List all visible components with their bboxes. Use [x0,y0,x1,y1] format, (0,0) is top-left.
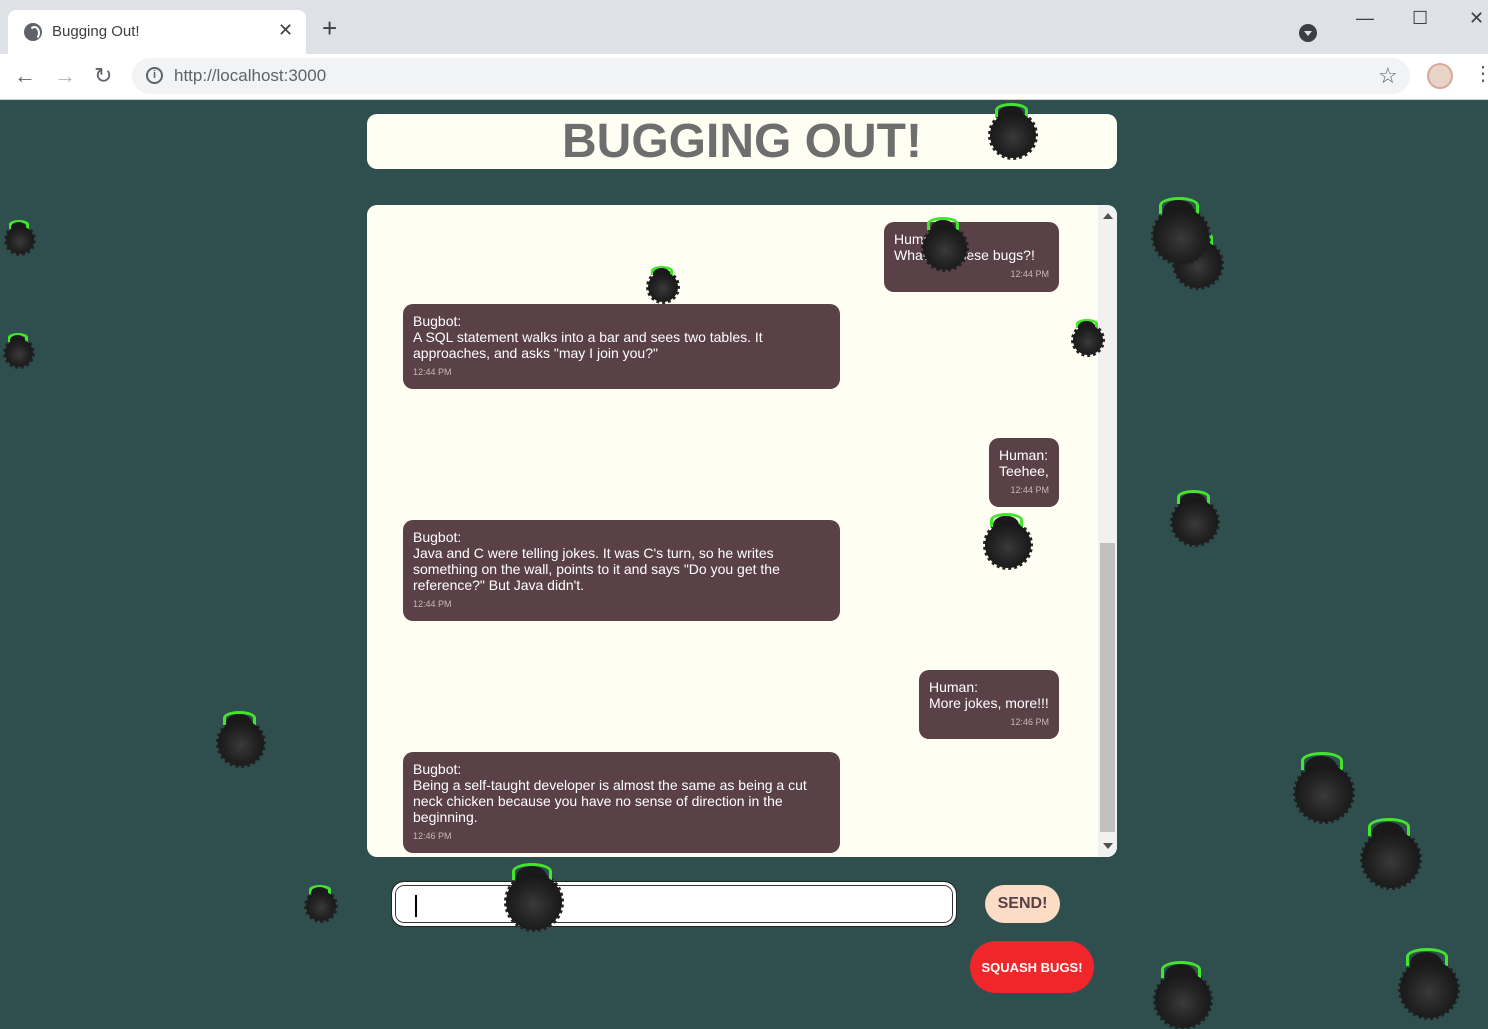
message-time: 12:46 PM [1010,717,1049,727]
window-close-icon[interactable]: ✕ [1469,8,1484,29]
message-time: 12:44 PM [413,599,452,609]
message-time: 12:44 PM [413,367,452,377]
menu-icon[interactable]: ⋮ [1473,64,1488,84]
globe-icon [24,23,42,41]
forward-icon[interactable]: → [54,63,76,89]
scroll-down-icon[interactable] [1103,843,1113,849]
bug-icon[interactable] [3,333,35,369]
message-time: 12:46 PM [413,831,452,841]
tab-search-icon[interactable] [1299,24,1317,42]
message-sender: Human: [894,231,944,247]
message-sender: Bugbot: [413,313,462,329]
bug-icon[interactable] [216,710,266,768]
chat-scrollbar[interactable] [1098,205,1117,857]
message-bugbot: Bugbot: Java and C were telling jokes. I… [403,520,840,621]
bug-icon[interactable] [988,102,1038,160]
info-icon[interactable]: i [146,67,163,84]
message-sender: Human: [999,447,1049,463]
bug-icon[interactable] [983,512,1033,570]
message-input[interactable] [391,881,957,927]
browser-toolbar: ← → ↻ i http://localhost:3000 ☆ ⋮ [0,54,1488,100]
message-bugbot: Bugbot: Being a self-taught developer is… [403,752,840,853]
message-text: More jokes, more!!! [929,695,1049,711]
browser-tab-strip: Bugging Out! ✕ + — ☐ ✕ [0,0,1488,54]
bug-icon[interactable] [1151,196,1211,266]
message-text: Teehee, [999,463,1049,479]
bug-icon[interactable] [304,885,338,923]
message-text: What are these bugs?! [894,247,1035,263]
minimize-icon[interactable]: — [1356,8,1374,29]
scroll-up-icon[interactable] [1103,213,1113,219]
message-human: Human: What are these bugs?! 12:44 PM [884,222,1059,292]
squash-bugs-button[interactable]: SQUASH BUGS! [970,941,1094,993]
reload-icon[interactable]: ↻ [94,63,112,89]
star-icon[interactable]: ☆ [1378,63,1398,89]
plus-icon[interactable]: + [322,15,337,41]
bug-icon[interactable] [1293,752,1355,824]
message-sender: Human: [929,679,979,695]
address-bar[interactable]: i http://localhost:3000 ☆ [132,58,1410,94]
bug-icon[interactable] [504,862,564,932]
send-button[interactable]: SEND! [985,885,1060,923]
message-text: Java and C were telling jokes. It was C'… [413,545,780,593]
bug-icon[interactable] [921,217,969,272]
message-time: 12:44 PM [1010,269,1049,279]
text-caret [415,895,417,917]
tab-title: Bugging Out! [52,23,140,40]
bug-icon[interactable] [646,266,680,304]
back-icon[interactable]: ← [14,63,36,89]
message-bugbot: Bugbot: A SQL statement walks into a bar… [403,304,840,389]
bug-icon[interactable] [1170,489,1220,547]
bug-icon[interactable] [1398,948,1460,1020]
close-icon[interactable]: ✕ [278,20,293,41]
message-text: A SQL statement walks into a bar and see… [413,329,763,361]
bug-icon[interactable] [1360,818,1422,890]
message-time: 12:44 PM [1010,485,1049,495]
bug-icon[interactable] [1071,319,1105,357]
browser-tab[interactable]: Bugging Out! ✕ [8,10,306,54]
message-human: Human: More jokes, more!!! 12:46 PM [919,670,1059,739]
url-text[interactable]: http://localhost:3000 [174,66,326,86]
scroll-thumb[interactable] [1100,543,1115,832]
message-sender: Bugbot: [413,529,462,545]
bug-icon[interactable] [4,220,36,256]
avatar[interactable] [1427,63,1453,89]
maximize-icon[interactable]: ☐ [1412,8,1428,29]
bug-icon[interactable] [1153,960,1213,1029]
message-text: Being a self-taught developer is almost … [413,777,807,825]
message-human: Human: Teehee, 12:44 PM [989,438,1059,507]
message-sender: Bugbot: [413,761,462,777]
